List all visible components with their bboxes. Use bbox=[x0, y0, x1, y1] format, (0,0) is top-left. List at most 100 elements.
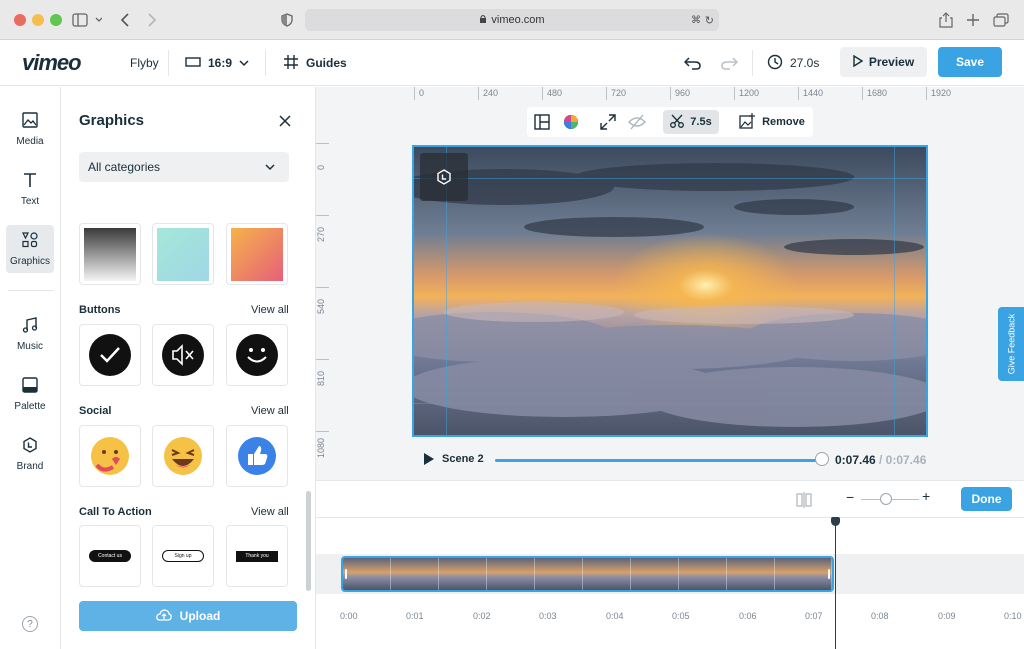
timeline-controls: − + bbox=[316, 480, 1024, 518]
smile-button-graphic[interactable] bbox=[226, 324, 288, 386]
split-icon[interactable] bbox=[796, 492, 812, 513]
mute-button-graphic[interactable] bbox=[152, 324, 214, 386]
gradient-swatch bbox=[157, 227, 209, 281]
playback-progress-bar[interactable] bbox=[495, 459, 823, 462]
gradient-card-mint[interactable] bbox=[152, 223, 214, 285]
ruler-tick: 540 bbox=[316, 287, 329, 314]
guides-button[interactable]: Guides bbox=[284, 40, 347, 86]
hide-icon[interactable] bbox=[626, 110, 648, 134]
cta-thank-you-graphic[interactable]: Thank you bbox=[226, 525, 288, 587]
clip-trim-handle-left[interactable] bbox=[345, 569, 347, 579]
save-button[interactable]: Save bbox=[938, 47, 1002, 77]
address-bar[interactable]: vimeo.com ⌘ ↻ bbox=[305, 9, 719, 31]
brand-logo-placeholder[interactable] bbox=[420, 153, 468, 201]
zoom-out-button[interactable]: − bbox=[846, 489, 854, 505]
rail-label-music: Music bbox=[16, 340, 44, 352]
gradient-swatch bbox=[84, 227, 136, 281]
video-clip[interactable] bbox=[341, 556, 834, 592]
laughing-emoji-icon bbox=[164, 437, 202, 475]
gradient-swatch bbox=[231, 227, 283, 281]
category-select-value: All categories bbox=[88, 160, 161, 174]
checkmark-button-graphic[interactable] bbox=[79, 324, 141, 386]
cta-contact-us-graphic[interactable]: Contact us bbox=[79, 525, 141, 587]
trim-duration: 7.5s bbox=[690, 116, 712, 128]
left-rail: Media Text Graphics Music Palette Brand … bbox=[0, 87, 61, 649]
time-label: 0:01 bbox=[406, 611, 424, 621]
tab-overview-icon[interactable] bbox=[993, 10, 1009, 30]
rail-item-music[interactable]: Music bbox=[6, 310, 54, 358]
gradient-card-gray[interactable] bbox=[79, 223, 141, 285]
mute-icon bbox=[162, 334, 204, 376]
done-button[interactable]: Done bbox=[961, 487, 1012, 511]
project-name[interactable]: Flyby bbox=[130, 40, 159, 86]
clip-frame bbox=[535, 558, 583, 590]
like-reaction-graphic[interactable] bbox=[226, 425, 288, 487]
text-icon bbox=[23, 172, 37, 191]
category-select[interactable]: All categories bbox=[79, 152, 289, 182]
minimize-window-button[interactable] bbox=[32, 14, 44, 26]
vimeo-logo[interactable]: vimeo bbox=[22, 40, 82, 86]
new-tab-icon[interactable] bbox=[965, 10, 981, 30]
time-label: 0:00 bbox=[340, 611, 358, 621]
playhead-handle[interactable] bbox=[831, 517, 840, 526]
view-all-buttons-link[interactable]: View all bbox=[251, 304, 289, 316]
forward-icon[interactable] bbox=[145, 10, 159, 30]
view-all-social-link[interactable]: View all bbox=[251, 405, 289, 417]
color-wheel-icon[interactable] bbox=[559, 110, 583, 134]
zoom-window-button[interactable] bbox=[50, 14, 62, 26]
close-icon[interactable] bbox=[279, 114, 291, 132]
video-canvas[interactable] bbox=[412, 145, 928, 437]
ruler-tick: 1920 bbox=[926, 87, 951, 100]
section-title-buttons: Buttons bbox=[79, 304, 121, 316]
ruler-tick: 0 bbox=[414, 87, 424, 100]
gradient-card-sunset[interactable] bbox=[226, 223, 288, 285]
duration-label: 27.0s bbox=[790, 56, 820, 70]
translate-icon[interactable]: ⌘ bbox=[691, 15, 701, 26]
rail-item-palette[interactable]: Palette bbox=[6, 370, 54, 418]
help-icon[interactable]: ? bbox=[22, 616, 38, 632]
sidebar-toggle-icon[interactable] bbox=[72, 10, 102, 30]
zoom-in-button[interactable]: + bbox=[922, 488, 930, 504]
undo-icon[interactable] bbox=[684, 40, 702, 86]
chevron-down-icon bbox=[239, 56, 249, 70]
brand-icon bbox=[22, 436, 38, 456]
aspect-ratio-dropdown[interactable]: 16:9 bbox=[185, 40, 249, 86]
zoom-slider-knob[interactable] bbox=[880, 493, 892, 505]
upload-button[interactable]: Upload bbox=[79, 601, 297, 631]
clip-frame bbox=[727, 558, 775, 590]
time-label: 0:07 bbox=[805, 611, 823, 621]
play-icon[interactable] bbox=[422, 452, 436, 471]
back-icon[interactable] bbox=[118, 10, 132, 30]
preview-button[interactable]: Preview bbox=[840, 47, 927, 77]
horizontal-ruler: 0 240 480 720 960 1200 1440 1680 1920 bbox=[414, 87, 1024, 100]
trim-button[interactable]: 7.5s bbox=[663, 110, 719, 134]
panel-scrollbar[interactable] bbox=[306, 491, 311, 591]
redo-icon[interactable] bbox=[720, 40, 738, 86]
remove-background-button[interactable]: Remove bbox=[737, 110, 807, 134]
reload-icon[interactable]: ↻ bbox=[705, 14, 714, 27]
expand-icon[interactable] bbox=[597, 110, 619, 134]
timeline-playhead[interactable] bbox=[835, 518, 836, 649]
rail-item-media[interactable]: Media bbox=[6, 105, 54, 153]
view-all-cta-link[interactable]: View all bbox=[251, 506, 289, 518]
layout-icon[interactable] bbox=[531, 110, 553, 134]
rail-item-text[interactable]: Text bbox=[6, 165, 54, 213]
current-time: 0:07.46 bbox=[835, 453, 876, 467]
give-feedback-tab[interactable]: Give Feedback bbox=[998, 307, 1024, 381]
privacy-shield-icon[interactable] bbox=[280, 10, 294, 30]
playback-scrubber[interactable] bbox=[815, 452, 829, 466]
shapes-icon bbox=[22, 231, 38, 251]
scissors-icon bbox=[670, 114, 685, 131]
haha-reaction-graphic[interactable] bbox=[152, 425, 214, 487]
close-window-button[interactable] bbox=[14, 14, 26, 26]
cta-sign-up-graphic[interactable]: Sign up bbox=[152, 525, 214, 587]
clip-trim-handle-right[interactable] bbox=[828, 569, 830, 579]
feedback-label: Give Feedback bbox=[1006, 313, 1016, 375]
rail-label-text: Text bbox=[20, 195, 40, 207]
guides-label: Guides bbox=[306, 56, 347, 70]
thumbs-up-icon bbox=[238, 437, 276, 475]
rail-item-graphics[interactable]: Graphics bbox=[6, 225, 54, 273]
share-icon[interactable] bbox=[938, 10, 954, 30]
care-reaction-graphic[interactable] bbox=[79, 425, 141, 487]
rail-item-brand[interactable]: Brand bbox=[6, 430, 54, 478]
